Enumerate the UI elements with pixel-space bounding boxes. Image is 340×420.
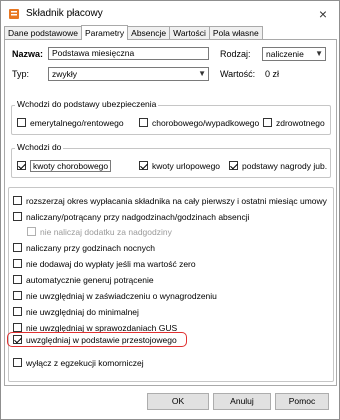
app-icon	[9, 9, 19, 19]
name-input[interactable]: Podstawa miesięczna	[48, 47, 209, 60]
value-label: Wartość:	[220, 69, 256, 79]
checkbox-box[interactable]	[13, 335, 22, 344]
checkbox-box[interactable]	[139, 161, 148, 170]
checkbox-label: wyłącz z egzekucji komorniczej	[26, 357, 144, 368]
insurance-group-title: Wchodzi do podstawy ubezpieczenia	[15, 99, 159, 109]
window-title: Składnik płacowy	[26, 8, 103, 19]
option-minimalna[interactable]: nie uwzględniaj do minimalnej	[13, 305, 139, 318]
kind-select-value: naliczenie	[266, 49, 304, 59]
option-wartosc-zero[interactable]: nie dodawaj do wypłaty jeśli ma wartość …	[13, 257, 196, 270]
checkbox-box[interactable]	[13, 243, 22, 252]
checkbox-box[interactable]	[13, 307, 22, 316]
checkbox-label: chorobowego/wypadkowego	[152, 117, 260, 128]
tab-dane-podstawowe[interactable]: Dane podstawowe	[4, 26, 82, 40]
checkbox-box[interactable]	[17, 161, 26, 170]
checkbox-box[interactable]	[27, 227, 36, 236]
option-rozszerzaj[interactable]: rozszerzaj okres wypłacania składnika na…	[13, 194, 327, 207]
checkbox-label: naliczany/potrącany przy nadgodzinach/go…	[26, 211, 250, 222]
checkbox-label: rozszerzaj okres wypłacania składnika na…	[26, 195, 327, 206]
title-bar: Składnik płacowy ×	[2, 2, 338, 26]
kind-select[interactable]: naliczenie ▼	[262, 47, 326, 61]
tab-wartosci[interactable]: Wartości	[169, 26, 210, 40]
checkbox-label: zdrowotnego	[276, 117, 325, 128]
kind-label: Rodzaj:	[220, 49, 251, 59]
checkbox-kwoty-chorobowego[interactable]: kwoty chorobowego	[17, 159, 112, 172]
checkbox-label: uwzględniaj w podstawie przestojowego	[26, 334, 177, 345]
cancel-button[interactable]: Anuluj	[213, 393, 271, 410]
checkbox-box[interactable]	[13, 212, 22, 221]
type-select-value: zwykły	[52, 69, 78, 79]
checkbox-box[interactable]	[13, 358, 22, 367]
option-nadgodziny[interactable]: naliczany/potrącany przy nadgodzinach/go…	[13, 210, 250, 223]
option-nie-naliczaj-dodatku[interactable]: nie naliczaj dodatku za nadgodziny	[27, 225, 172, 238]
checkbox-box[interactable]	[139, 118, 148, 127]
option-przestojowe[interactable]: uwzględniaj w podstawie przestojowego	[13, 333, 177, 346]
checkbox-kwoty-urlopowego[interactable]: kwoty urlopowego	[139, 159, 220, 172]
tab-absencje[interactable]: Absencje	[127, 26, 171, 40]
checkbox-label: kwoty urlopowego	[152, 160, 221, 171]
checkbox-label: naliczany przy godzinach nocnych	[26, 242, 155, 253]
checkbox-label: nie uwzględniaj do minimalnej	[26, 306, 139, 317]
checkbox-label: nie uwzględniaj w zaświadczeniu o wynagr…	[26, 290, 217, 301]
chevron-down-icon: ▼	[315, 49, 323, 58]
parameters-panel: Nazwa: Podstawa miesięczna Rodzaj: nalic…	[4, 39, 337, 386]
option-generuj-potracenie[interactable]: automatycznie generuj potrącenie	[13, 273, 154, 286]
checkbox-chorobowego[interactable]: chorobowego/wypadkowego	[139, 116, 259, 129]
help-button[interactable]: Pomoc	[275, 393, 329, 410]
checkbox-label: nie dodawaj do wypłaty jeśli ma wartość …	[26, 258, 196, 269]
checkbox-box[interactable]	[263, 118, 272, 127]
option-zaswiadczenie[interactable]: nie uwzględniaj w zaświadczeniu o wynagr…	[13, 289, 217, 302]
base-group-title: Wchodzi do	[15, 142, 64, 152]
checkbox-box[interactable]	[13, 259, 22, 268]
checkbox-label: nie naliczaj dodatku za nadgodziny	[40, 226, 172, 237]
tab-pola-wlasne[interactable]: Pola własne	[208, 26, 263, 40]
ok-button[interactable]: OK	[147, 393, 209, 410]
checkbox-label: nie uwzględniaj w sprawozdaniach GUS	[26, 322, 178, 333]
checkbox-zdrowotnego[interactable]: zdrowotnego	[263, 116, 325, 129]
checkbox-label: automatycznie generuj potrącenie	[26, 274, 154, 285]
value-readout: 0 zł	[265, 69, 280, 79]
option-egzekucja[interactable]: wyłącz z egzekucji komorniczej	[13, 356, 144, 369]
checkbox-label: kwoty chorobowego	[30, 159, 112, 172]
checkbox-nagrody-jub[interactable]: podstawy nagrody jub.	[229, 159, 327, 172]
checkbox-box[interactable]	[13, 196, 22, 205]
close-icon[interactable]: ×	[312, 5, 334, 23]
checkbox-box[interactable]	[229, 161, 238, 170]
option-godziny-nocne[interactable]: naliczany przy godzinach nocnych	[13, 241, 155, 254]
checkbox-box[interactable]	[13, 291, 22, 300]
tab-strip: Dane podstawowe Parametry Absencje Warto…	[4, 25, 263, 40]
tab-parametry[interactable]: Parametry	[80, 25, 129, 40]
type-label: Typ:	[12, 69, 30, 79]
chevron-down-icon: ▼	[198, 69, 206, 78]
checkbox-box[interactable]	[17, 118, 26, 127]
checkbox-box[interactable]	[13, 323, 22, 332]
checkbox-label: emerytalnego/rentowego	[30, 117, 124, 128]
checkbox-box[interactable]	[13, 275, 22, 284]
checkbox-label: podstawy nagrody jub.	[242, 160, 328, 171]
checkbox-emerytalnego[interactable]: emerytalnego/rentowego	[17, 116, 124, 129]
name-label: Nazwa:	[12, 49, 44, 59]
dialog-window: Składnik płacowy × Dane podstawowe Param…	[0, 0, 340, 420]
type-select[interactable]: zwykły ▼	[48, 67, 209, 81]
